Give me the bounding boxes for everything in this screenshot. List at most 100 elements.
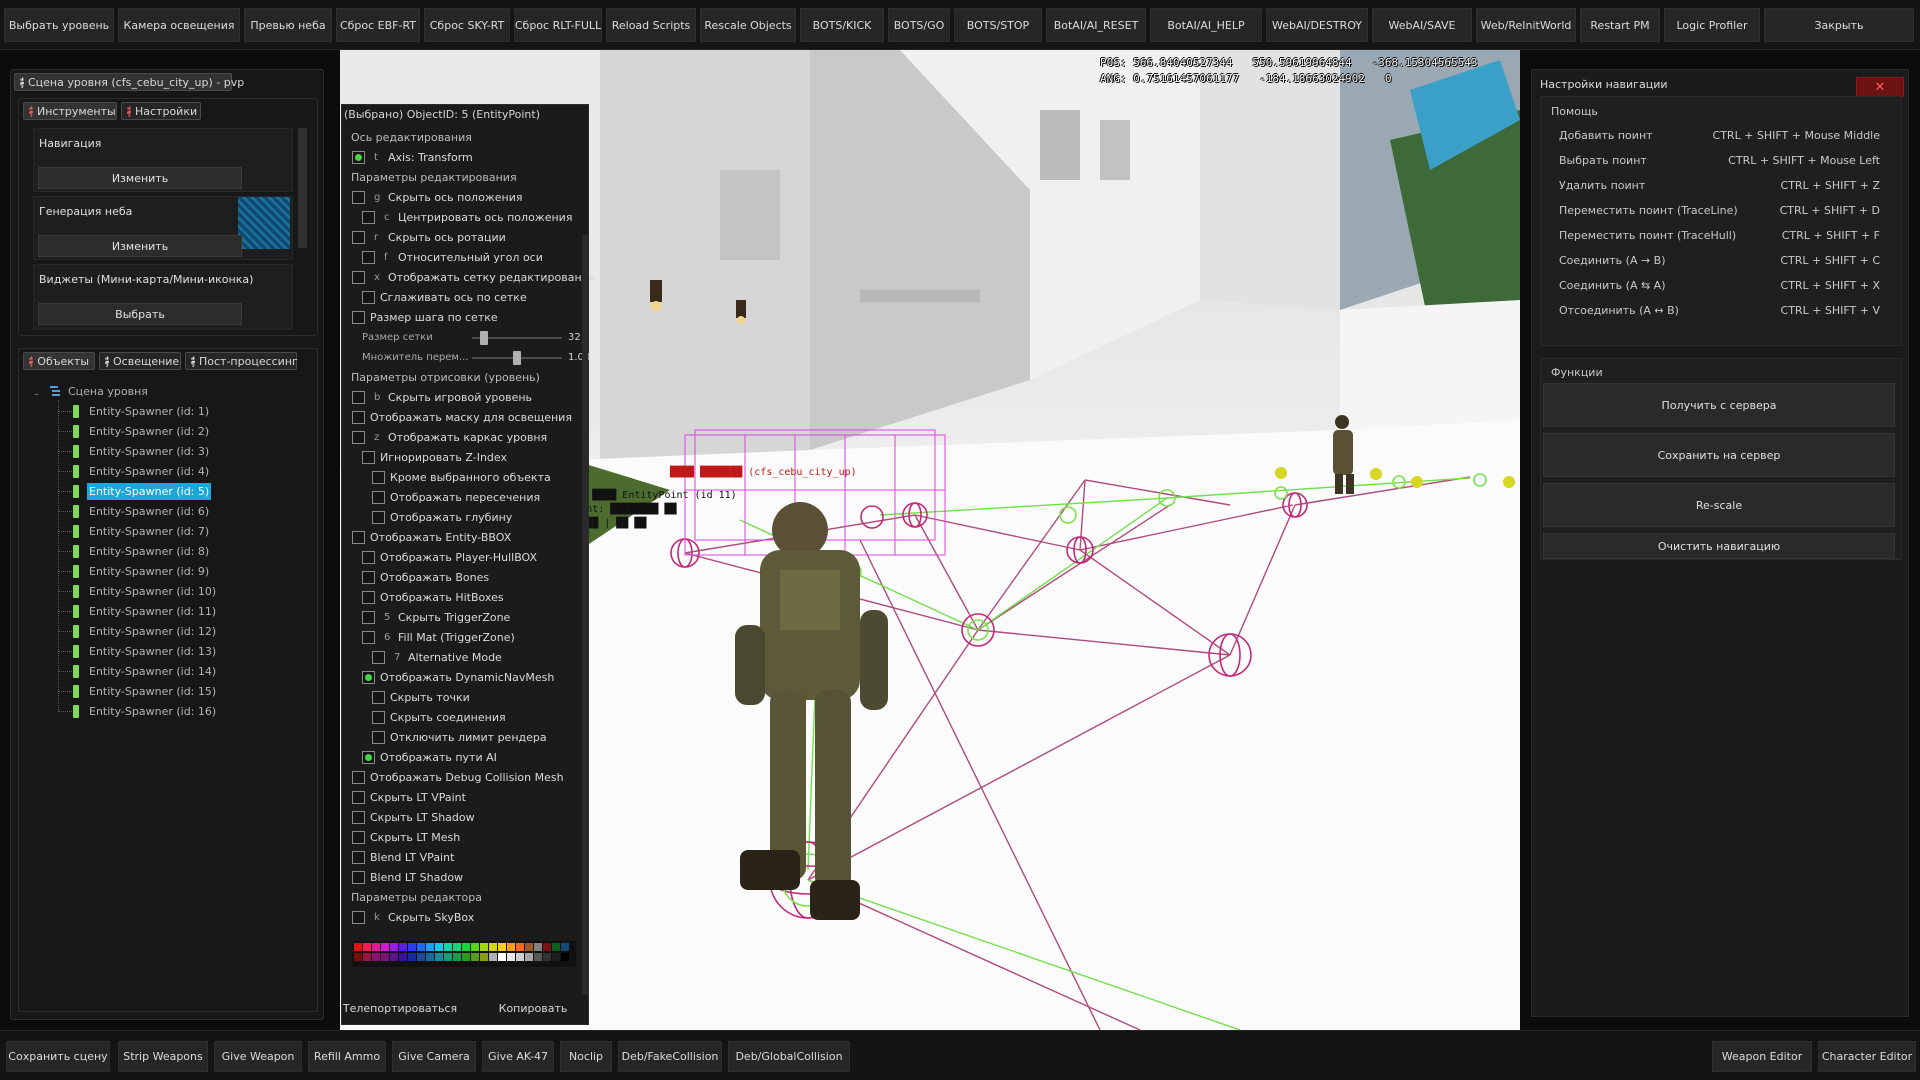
option-checkbox[interactable] — [352, 411, 365, 424]
color-swatch[interactable] — [498, 953, 506, 961]
option-checkbox[interactable] — [352, 311, 365, 324]
option-checkbox[interactable] — [352, 831, 365, 844]
tab-tools[interactable]: Инструменты — [23, 102, 117, 120]
props-option-row[interactable]: Отображать пересечения — [342, 487, 588, 507]
color-swatch[interactable] — [399, 953, 407, 961]
tab-objects[interactable]: Объекты — [23, 352, 95, 370]
deb-fake-collision-button[interactable]: Deb/FakeCollision — [618, 1041, 722, 1072]
color-swatch[interactable] — [408, 953, 416, 961]
color-swatch[interactable] — [462, 953, 470, 961]
toolbar-sky-preview-button[interactable]: Превью неба — [244, 8, 332, 42]
option-checkbox[interactable] — [372, 511, 385, 524]
props-option-row[interactable]: Отображать Entity-BBOX — [342, 527, 588, 547]
toolbar-reset-rlt-full-button[interactable]: Сброс RLT-FULL — [514, 8, 602, 42]
color-swatch[interactable] — [417, 943, 425, 951]
strip-weapons-button[interactable]: Strip Weapons — [118, 1041, 208, 1072]
color-palette[interactable] — [352, 941, 576, 967]
color-swatch[interactable] — [444, 953, 452, 961]
entity-tree-item[interactable]: Entity-Spawner (id: 1) — [87, 403, 211, 420]
color-swatch[interactable] — [435, 943, 443, 951]
get-from-server-button[interactable]: Получить с сервера — [1543, 383, 1895, 427]
color-swatch[interactable] — [363, 943, 371, 951]
color-swatch[interactable] — [354, 943, 362, 951]
props-option-row[interactable]: Игнорировать Z-Index — [342, 447, 588, 467]
tab-post-processing[interactable]: Пост-процессинг — [185, 352, 298, 370]
option-checkbox[interactable] — [352, 911, 365, 924]
props-option-row[interactable]: t Axis: Transform — [342, 147, 588, 167]
save-scene-button[interactable]: Сохранить сцену — [6, 1041, 110, 1072]
option-checkbox[interactable] — [362, 751, 375, 764]
toolbar-reload-scripts-button[interactable]: Reload Scripts — [606, 8, 696, 42]
props-option-row[interactable]: Отображать DynamicNavMesh — [342, 667, 588, 687]
option-checkbox[interactable] — [352, 811, 365, 824]
color-swatch[interactable] — [426, 943, 434, 951]
entity-tree-item[interactable]: Entity-Spawner (id: 6) — [87, 503, 211, 520]
option-checkbox[interactable] — [362, 631, 375, 644]
toolbar-webai-save-button[interactable]: WebAI/SAVE — [1372, 8, 1472, 42]
color-swatch[interactable] — [552, 953, 560, 961]
props-option-row[interactable]: f Относительный угол оси — [342, 247, 588, 267]
give-camera-button[interactable]: Give Camera — [392, 1041, 476, 1072]
character-editor-button[interactable]: Character Editor — [1818, 1041, 1916, 1072]
color-swatch[interactable] — [471, 953, 479, 961]
color-swatch[interactable] — [489, 953, 497, 961]
option-checkbox[interactable] — [352, 391, 365, 404]
color-swatch[interactable] — [507, 953, 515, 961]
props-option-row[interactable]: 7 Alternative Mode — [342, 647, 588, 667]
toolbar-bots-kick-button[interactable]: BOTS/KICK — [800, 8, 884, 42]
color-swatch[interactable] — [354, 953, 362, 961]
give-weapon-button[interactable]: Give Weapon — [214, 1041, 302, 1072]
option-checkbox[interactable] — [362, 291, 375, 304]
props-option-row[interactable]: Скрыть LT Mesh — [342, 827, 588, 847]
color-swatch[interactable] — [552, 943, 560, 951]
props-option-row[interactable]: z Отображать каркас уровня — [342, 427, 588, 447]
color-swatch[interactable] — [372, 953, 380, 961]
props-option-row[interactable]: k Скрыть SkyBox — [342, 907, 588, 927]
props-option-row[interactable]: x Отображать сетку редактирования — [342, 267, 595, 287]
color-swatch[interactable] — [399, 943, 407, 951]
color-swatch[interactable] — [471, 943, 479, 951]
entity-tree-item[interactable]: Entity-Spawner (id: 10) — [87, 583, 218, 600]
option-checkbox[interactable] — [362, 671, 375, 684]
deb-global-collision-button[interactable]: Deb/GlobalCollision — [728, 1041, 850, 1072]
color-swatch[interactable] — [507, 943, 515, 951]
option-checkbox[interactable] — [352, 231, 365, 244]
clear-navigation-button[interactable]: Очистить навигацию — [1543, 533, 1895, 559]
props-option-row[interactable]: Blend LT Shadow — [342, 867, 588, 887]
color-swatch[interactable] — [498, 943, 506, 951]
props-option-row[interactable]: Отображать Debug Collision Mesh — [342, 767, 588, 787]
option-checkbox[interactable] — [362, 591, 375, 604]
option-checkbox[interactable] — [352, 191, 365, 204]
props-option-row[interactable]: Отображать Player-HullBOX — [342, 547, 588, 567]
slider-handle[interactable] — [480, 331, 489, 345]
entity-tree-item[interactable]: Entity-Spawner (id: 7) — [87, 523, 211, 540]
slider-handle[interactable] — [513, 351, 521, 365]
color-swatch[interactable] — [534, 943, 542, 951]
entity-tree-item[interactable]: Entity-Spawner (id: 15) — [87, 683, 218, 700]
toolbar-bots-stop-button[interactable]: BOTS/STOP — [954, 8, 1042, 42]
entity-tree-item[interactable]: Entity-Spawner (id: 12) — [87, 623, 218, 640]
refill-ammo-button[interactable]: Refill Ammo — [308, 1041, 386, 1072]
props-option-row[interactable]: Кроме выбранного объекта — [342, 467, 588, 487]
props-option-row[interactable]: Отображать пути AI — [342, 747, 588, 767]
close-icon[interactable]: ✕ — [1856, 77, 1904, 97]
color-swatch[interactable] — [408, 943, 416, 951]
toolbar-light-camera-button[interactable]: Камера освещения — [118, 8, 240, 42]
color-swatch[interactable] — [561, 953, 569, 961]
toolbar-reset-sky-rt-button[interactable]: Сброс SKY-RT — [424, 8, 510, 42]
color-swatch[interactable] — [534, 953, 542, 961]
toolbar-select-level-button[interactable]: Выбрать уровень — [4, 8, 114, 42]
color-swatch[interactable] — [426, 953, 434, 961]
props-option-row[interactable]: Отображать маску для освещения — [342, 407, 588, 427]
option-checkbox[interactable] — [362, 551, 375, 564]
color-swatch[interactable] — [444, 943, 452, 951]
option-checkbox[interactable] — [362, 251, 375, 264]
props-option-row[interactable]: g Скрыть ось положения — [342, 187, 588, 207]
props-option-row[interactable]: c Центрировать ось положения — [342, 207, 588, 227]
props-scrollbar[interactable] — [582, 235, 588, 995]
color-swatch[interactable] — [543, 943, 551, 951]
props-option-row[interactable]: Отображать HitBoxes — [342, 587, 588, 607]
option-checkbox[interactable] — [352, 151, 365, 164]
toolbar-logic-profiler-button[interactable]: Logic Profiler — [1664, 8, 1760, 42]
props-option-row[interactable]: Отображать Bones — [342, 567, 588, 587]
